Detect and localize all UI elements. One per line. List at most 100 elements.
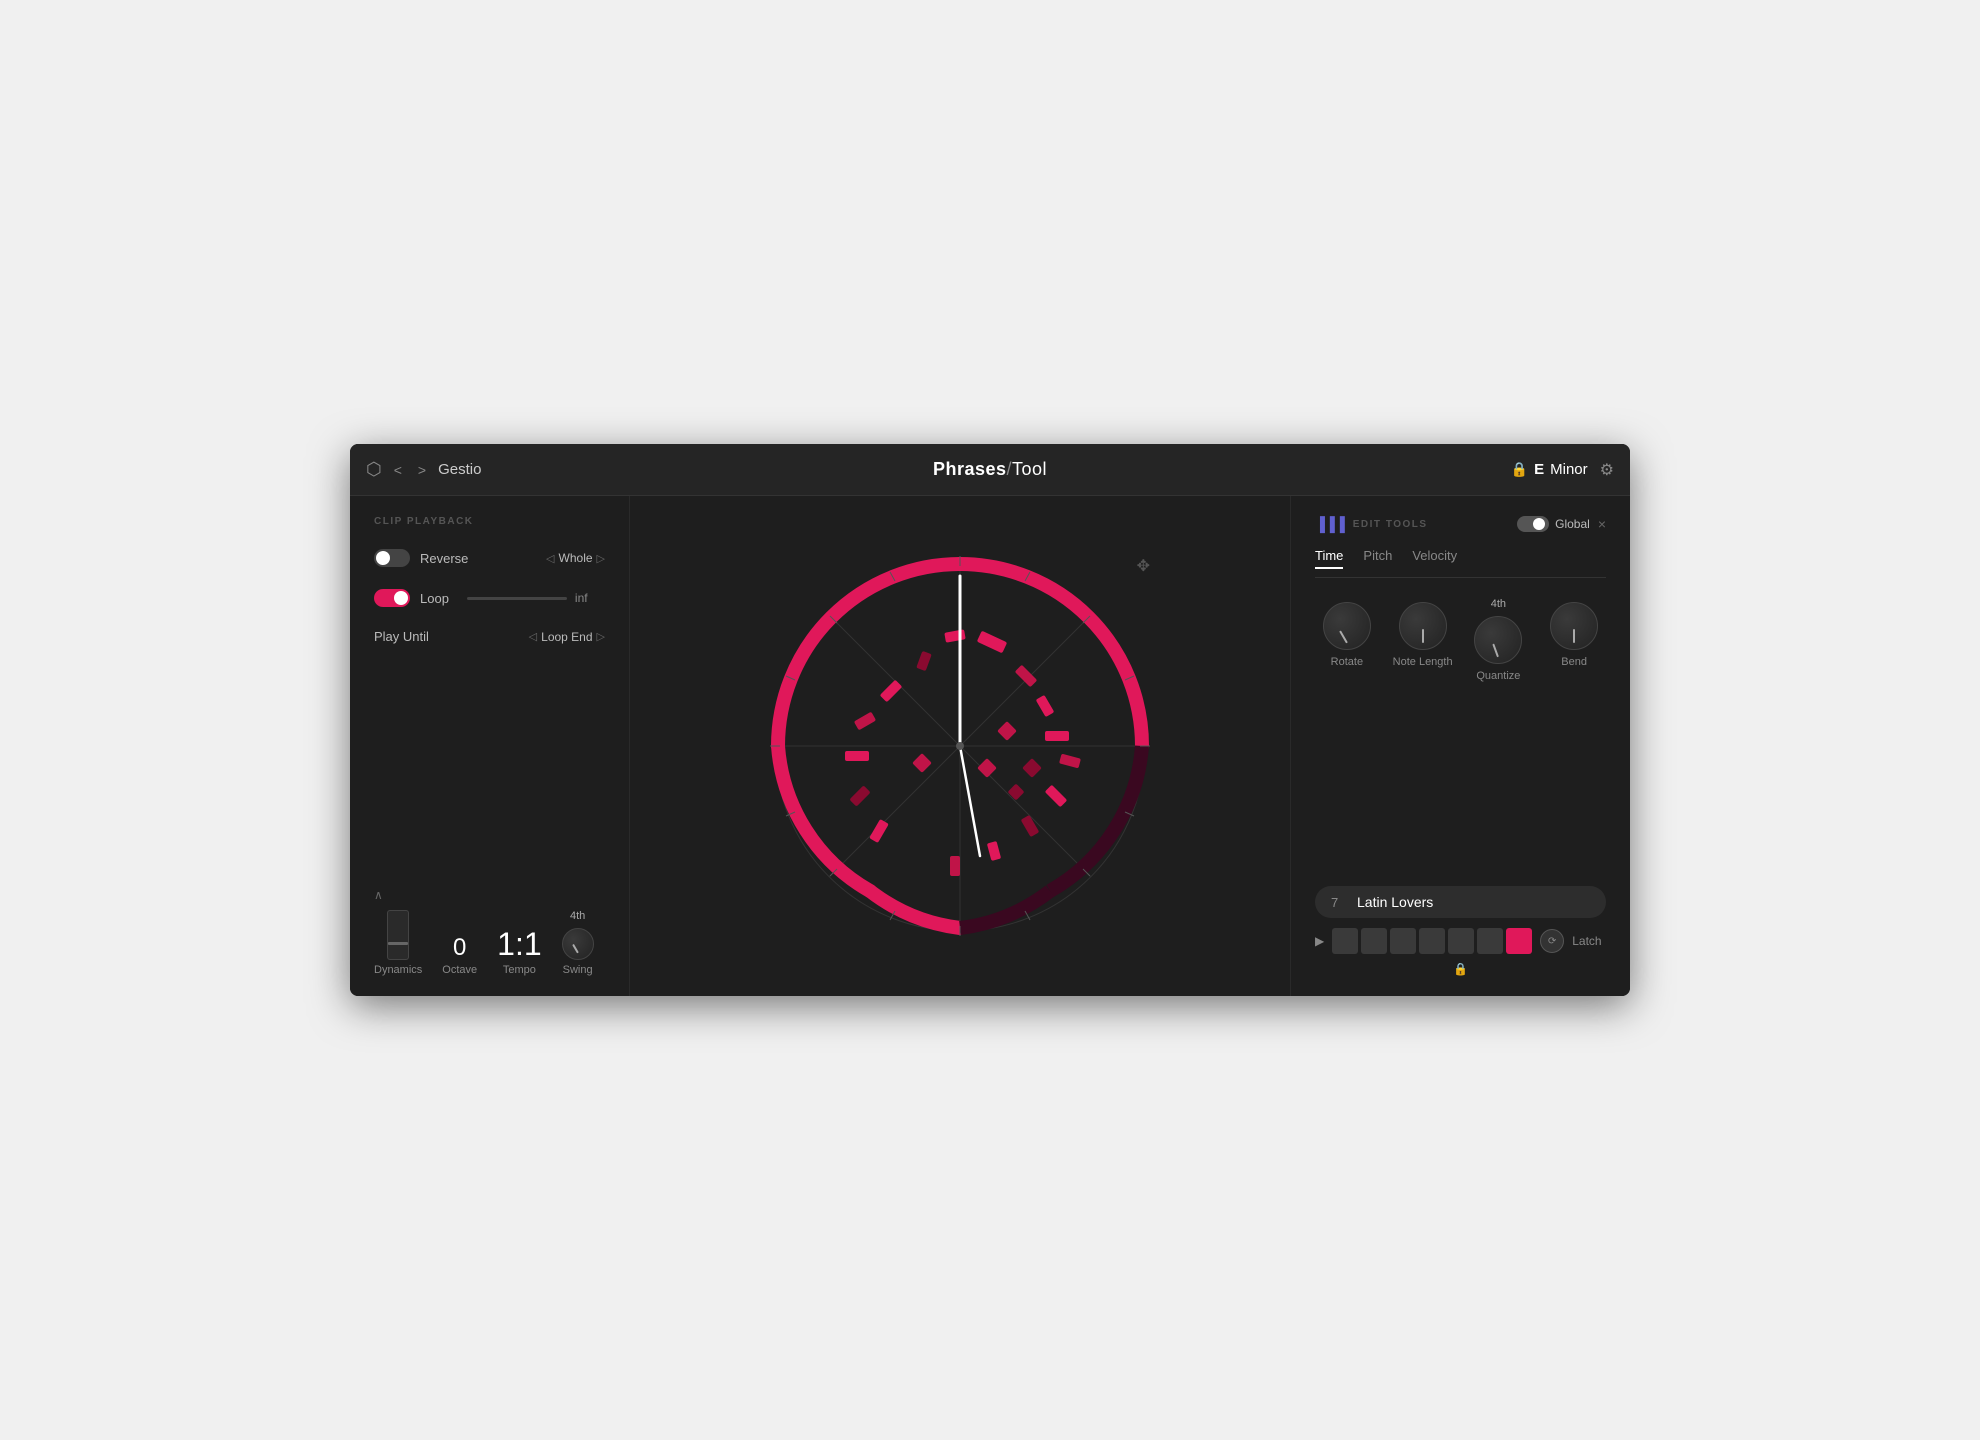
phrase-section: 7 Latin Lovers ▶ ⟳ Latch <box>1315 886 1606 976</box>
phrase-pad-3[interactable] <box>1390 928 1416 954</box>
dynamics-label: Dynamics <box>374 964 422 976</box>
quantize-label: Quantize <box>1476 670 1520 682</box>
phrase-number: 7 <box>1331 895 1347 910</box>
circular-display[interactable]: ✥ <box>760 546 1160 946</box>
swing-knob[interactable] <box>562 928 594 960</box>
loop-row: Loop inf <box>374 589 605 607</box>
rotate-control: Rotate <box>1315 602 1379 682</box>
phrase-pad-7[interactable] <box>1506 928 1532 954</box>
nav-back-button[interactable]: < <box>390 460 406 480</box>
left-panel: CLIP PLAYBACK Reverse ◁ Whole ▷ <box>350 496 630 996</box>
key-note[interactable]: E <box>1534 461 1544 478</box>
phrase-name: Latin Lovers <box>1357 894 1590 910</box>
lock-bottom-icon: 🔒 <box>1453 962 1468 976</box>
reverse-label: Reverse <box>420 551 468 566</box>
main-content: CLIP PLAYBACK Reverse ◁ Whole ▷ <box>350 496 1630 996</box>
bend-label: Bend <box>1561 656 1587 668</box>
play-button[interactable]: ▶ <box>1315 934 1324 948</box>
key-display: 🔒 E Minor <box>1511 461 1588 478</box>
loop-end-value: Loop End <box>541 630 592 644</box>
knobs-grid: Rotate Note Length 4th Quantize <box>1315 602 1606 682</box>
header: ⬡ < > Gestio Phrases/Tool 🔒 E Minor ⚙ <box>350 444 1630 496</box>
header-left: ⬡ < > Gestio <box>366 459 782 480</box>
phrase-pad-4[interactable] <box>1419 928 1445 954</box>
tab-time[interactable]: Time <box>1315 548 1343 569</box>
loop-slider[interactable] <box>467 597 567 600</box>
note-length-control: Note Length <box>1391 602 1455 682</box>
swing-label: Swing <box>563 964 593 976</box>
inf-label: inf <box>575 591 588 605</box>
logo: Phrases/Tool <box>933 459 1047 480</box>
dynamics-fader[interactable] <box>387 910 409 960</box>
reverse-row: Reverse ◁ Whole ▷ <box>374 549 605 567</box>
octave-value[interactable]: 0 <box>453 936 466 960</box>
clip-playback-label: CLIP PLAYBACK <box>374 516 605 527</box>
loop-toggle[interactable] <box>374 589 410 607</box>
dynamics-control: Dynamics <box>374 910 422 976</box>
loop-end-left[interactable]: ◁ <box>529 630 537 643</box>
loop-end-right[interactable]: ▷ <box>597 630 605 643</box>
chevron-up-icon[interactable]: ∧ <box>374 888 605 902</box>
note-length-label: Note Length <box>1393 656 1453 668</box>
loop-label: Loop <box>420 591 449 606</box>
quantize-knob[interactable] <box>1474 616 1522 664</box>
latch-label: Latch <box>1572 934 1601 948</box>
edit-tools-label: EDIT TOOLS <box>1353 519 1428 530</box>
whole-left-arrow[interactable]: ◁ <box>546 552 554 565</box>
tabs-row: Time Pitch Velocity <box>1315 548 1606 578</box>
nav-forward-button[interactable]: > <box>414 460 430 480</box>
loop-slider-container: inf <box>467 591 588 605</box>
lock-icon: 🔒 <box>1511 461 1528 478</box>
bend-knob[interactable] <box>1550 602 1598 650</box>
play-until-label: Play Until <box>374 629 429 644</box>
phrase-controls: ▶ ⟳ Latch <box>1315 928 1606 954</box>
random-button[interactable]: ⟳ <box>1540 929 1564 953</box>
app-title: Gestio <box>438 461 481 478</box>
edit-tools-right: Global × <box>1517 516 1606 532</box>
rotate-label: Rotate <box>1331 656 1363 668</box>
swing-control: 4th Swing <box>562 910 594 976</box>
phrase-pad-5[interactable] <box>1448 928 1474 954</box>
knob-row: Dynamics 0 Octave 1:1 Tempo 4th <box>374 910 605 976</box>
quantize-4th: 4th <box>1491 598 1506 610</box>
tab-pitch[interactable]: Pitch <box>1363 548 1392 569</box>
loop-end-stepper[interactable]: ◁ Loop End ▷ <box>529 630 605 644</box>
logo-phrases: Phrases <box>933 459 1007 479</box>
global-toggle-switch[interactable] <box>1517 516 1549 532</box>
logo-tool: Tool <box>1012 459 1047 479</box>
right-panel: ▐▐▐ EDIT TOOLS Global × Time Pitch Velo <box>1290 496 1630 996</box>
bottom-controls: ∧ Dynamics 0 Octave 1:1 Tempo <box>374 876 605 976</box>
edit-tools-header: ▐▐▐ EDIT TOOLS Global × <box>1315 516 1606 532</box>
swing-4th: 4th <box>570 910 585 922</box>
phrase-pad-1[interactable] <box>1332 928 1358 954</box>
tempo-label: Tempo <box>503 964 536 976</box>
edit-tools-left: ▐▐▐ EDIT TOOLS <box>1315 516 1428 532</box>
whole-right-arrow[interactable]: ▷ <box>597 552 605 565</box>
phrase-pad-6[interactable] <box>1477 928 1503 954</box>
circular-svg <box>760 546 1160 946</box>
edit-tools-icon: ▐▐▐ <box>1315 516 1345 532</box>
whole-stepper[interactable]: ◁ Whole ▷ <box>546 551 605 565</box>
quantize-control: 4th Quantize <box>1467 602 1531 682</box>
tempo-control: 1:1 Tempo <box>497 928 541 976</box>
phrase-pads <box>1332 928 1532 954</box>
header-center: Phrases/Tool <box>782 459 1198 480</box>
gear-icon[interactable]: ⚙ <box>1600 460 1614 480</box>
cube-icon: ⬡ <box>366 459 382 480</box>
global-toggle[interactable]: Global <box>1517 516 1590 532</box>
note-length-knob[interactable] <box>1399 602 1447 650</box>
reverse-toggle[interactable] <box>374 549 410 567</box>
center-panel: ✥ <box>630 496 1290 996</box>
phrase-item[interactable]: 7 Latin Lovers <box>1315 886 1606 918</box>
phrase-pad-2[interactable] <box>1361 928 1387 954</box>
tab-velocity[interactable]: Velocity <box>1412 548 1457 569</box>
bend-control: Bend <box>1542 602 1606 682</box>
octave-control: 0 Octave <box>442 936 477 976</box>
key-scale[interactable]: Minor <box>1550 461 1588 478</box>
play-until-row: Play Until ◁ Loop End ▷ <box>374 629 605 644</box>
move-icon[interactable]: ✥ <box>1137 556 1150 576</box>
global-label: Global <box>1555 517 1590 531</box>
tempo-value[interactable]: 1:1 <box>497 928 541 960</box>
rotate-knob[interactable] <box>1323 602 1371 650</box>
close-icon[interactable]: × <box>1598 516 1606 532</box>
